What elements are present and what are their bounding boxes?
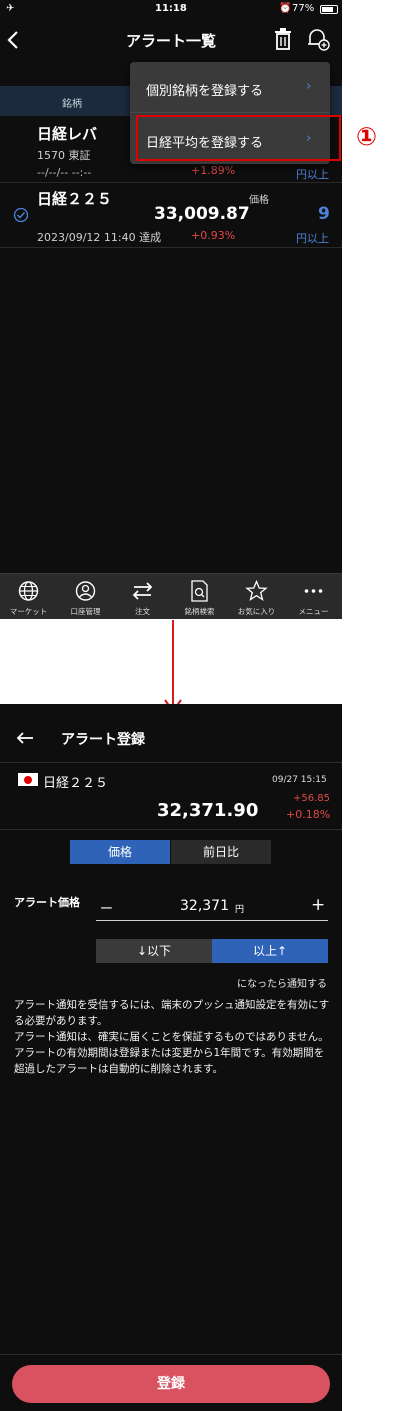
- change-percent: +0.93%: [191, 229, 236, 242]
- stock-code: 1570 東証: [37, 149, 91, 162]
- stock-name: 日経２２５: [37, 190, 113, 208]
- tab-label: お気に入り: [237, 607, 276, 616]
- tab-stock-search[interactable]: 銘柄検索: [171, 574, 228, 619]
- tab-favorites[interactable]: お気に入り: [228, 574, 285, 619]
- menu-item-register-individual[interactable]: 個別銘柄を登録する ›: [130, 62, 330, 113]
- current-price: 32,371.90: [157, 800, 259, 821]
- info-note: アラートの有効期間は登録または変更から1年間です。有効期間を超過したアラートは自…: [14, 1047, 325, 1075]
- user-icon: [75, 581, 96, 601]
- info-notes: アラート通知を受信するには、端末のプッシュ通知設定を有効にする必要があります。 …: [14, 997, 332, 1077]
- highlight-box: [136, 115, 341, 161]
- page-title: アラート登録: [61, 732, 145, 748]
- info-note: アラート通知は、確実に届くことを保証するものではありません。: [14, 1031, 329, 1043]
- alarm-icon: ⏰: [279, 3, 292, 14]
- check-circle-icon: [13, 207, 29, 223]
- price-datetime: 09/27 15:15: [272, 775, 327, 785]
- alert-list-screen: ✈ ︎ 11:18 ⏰ 77% アラート一覧 銘柄 日経レバ 1570 東証 -…: [0, 0, 342, 619]
- alert-price-stepper[interactable]: ー 32,371 円 +: [96, 894, 328, 921]
- down-arrow-icon: [164, 620, 182, 713]
- tab-account[interactable]: 口座管理: [57, 574, 114, 619]
- globe-icon: [18, 581, 39, 601]
- tab-label: マーケット: [9, 607, 48, 616]
- annotation-marker: ①: [356, 122, 378, 151]
- stock-name: 日経レバ: [37, 125, 98, 143]
- nav-bar: アラート一覧: [0, 18, 342, 62]
- doc-search-icon: [191, 580, 208, 602]
- notify-condition-text: になったら通知する: [237, 979, 327, 990]
- stock-name: 日経２２５: [43, 776, 109, 791]
- chevron-right-icon: ›: [306, 79, 312, 94]
- menu-item-label: 個別銘柄を登録する: [146, 84, 264, 99]
- airplane-wifi-icon: ✈ ︎: [6, 3, 18, 14]
- battery-icon: [320, 5, 338, 14]
- achieved-date: 2023/09/12 11:40 達成: [37, 231, 162, 244]
- footer-divider: [0, 1354, 342, 1355]
- alert-price-unit: 円: [235, 905, 245, 915]
- register-button[interactable]: 登録: [12, 1365, 330, 1403]
- tab-label: 銘柄検索: [184, 607, 215, 616]
- tab-market[interactable]: マーケット: [0, 574, 57, 619]
- japan-flag-icon: [18, 773, 38, 786]
- decrement-button[interactable]: ー: [100, 898, 113, 917]
- price-change: +56.85: [293, 793, 331, 804]
- alert-register-screen: アラート登録 日経２２５ 09/27 15:15 32,371.90 +56.8…: [0, 704, 342, 1411]
- status-bar: ✈ ︎ 11:18 ⏰ 77%: [0, 0, 342, 18]
- condition-unit: 円以上: [296, 232, 329, 245]
- back-arrow-icon[interactable]: [16, 732, 34, 744]
- alert-price-label: アラート価格: [14, 896, 80, 909]
- direction-above-button[interactable]: 以上↑: [212, 939, 328, 963]
- achieved-date: --/--/-- --:--: [37, 166, 92, 179]
- current-price: 33,009.87: [154, 204, 250, 224]
- column-header-name: 銘柄: [62, 99, 82, 110]
- change-percent: +1.89%: [191, 164, 236, 177]
- tab-label: 口座管理: [70, 607, 101, 616]
- add-alert-bell-icon[interactable]: [306, 27, 330, 51]
- info-note: アラート通知を受信するには、端末のプッシュ通知設定を有効にする必要があります。: [14, 999, 330, 1027]
- bottom-tab-bar: マーケット 口座管理 注文 銘柄検索 お気に入り メニュー: [0, 573, 342, 619]
- tab-order[interactable]: 注文: [114, 574, 171, 619]
- segment-price[interactable]: 価格: [70, 840, 170, 864]
- price-label: 価格: [249, 195, 269, 206]
- price-change-percent: +0.18%: [286, 808, 331, 821]
- tab-label: メニュー: [298, 607, 329, 616]
- stock-summary: 日経２２５ 09/27 15:15 32,371.90 +56.85 +0.18…: [0, 763, 342, 830]
- more-dots-icon: [304, 589, 323, 593]
- star-icon: [245, 580, 268, 601]
- tab-label: 注文: [135, 607, 150, 616]
- threshold-value: 9: [318, 204, 330, 224]
- segment-prev-day[interactable]: 前日比: [171, 840, 271, 864]
- battery-percent: 77%: [292, 3, 315, 14]
- alert-row[interactable]: 日経２２５ 価格 33,009.87 9 2023/09/12 11:40 達成…: [0, 183, 342, 248]
- condition-unit: 円以上: [296, 168, 329, 181]
- tab-menu[interactable]: メニュー: [285, 574, 342, 619]
- direction-below-button[interactable]: ↓以下: [96, 939, 212, 963]
- alert-price-value[interactable]: 32,371: [180, 898, 229, 914]
- nav-bar: アラート登録: [0, 704, 342, 763]
- status-time: 11:18: [155, 3, 187, 14]
- increment-button[interactable]: +: [311, 895, 325, 915]
- swap-arrows-icon: [132, 582, 153, 600]
- trash-icon[interactable]: [274, 28, 292, 50]
